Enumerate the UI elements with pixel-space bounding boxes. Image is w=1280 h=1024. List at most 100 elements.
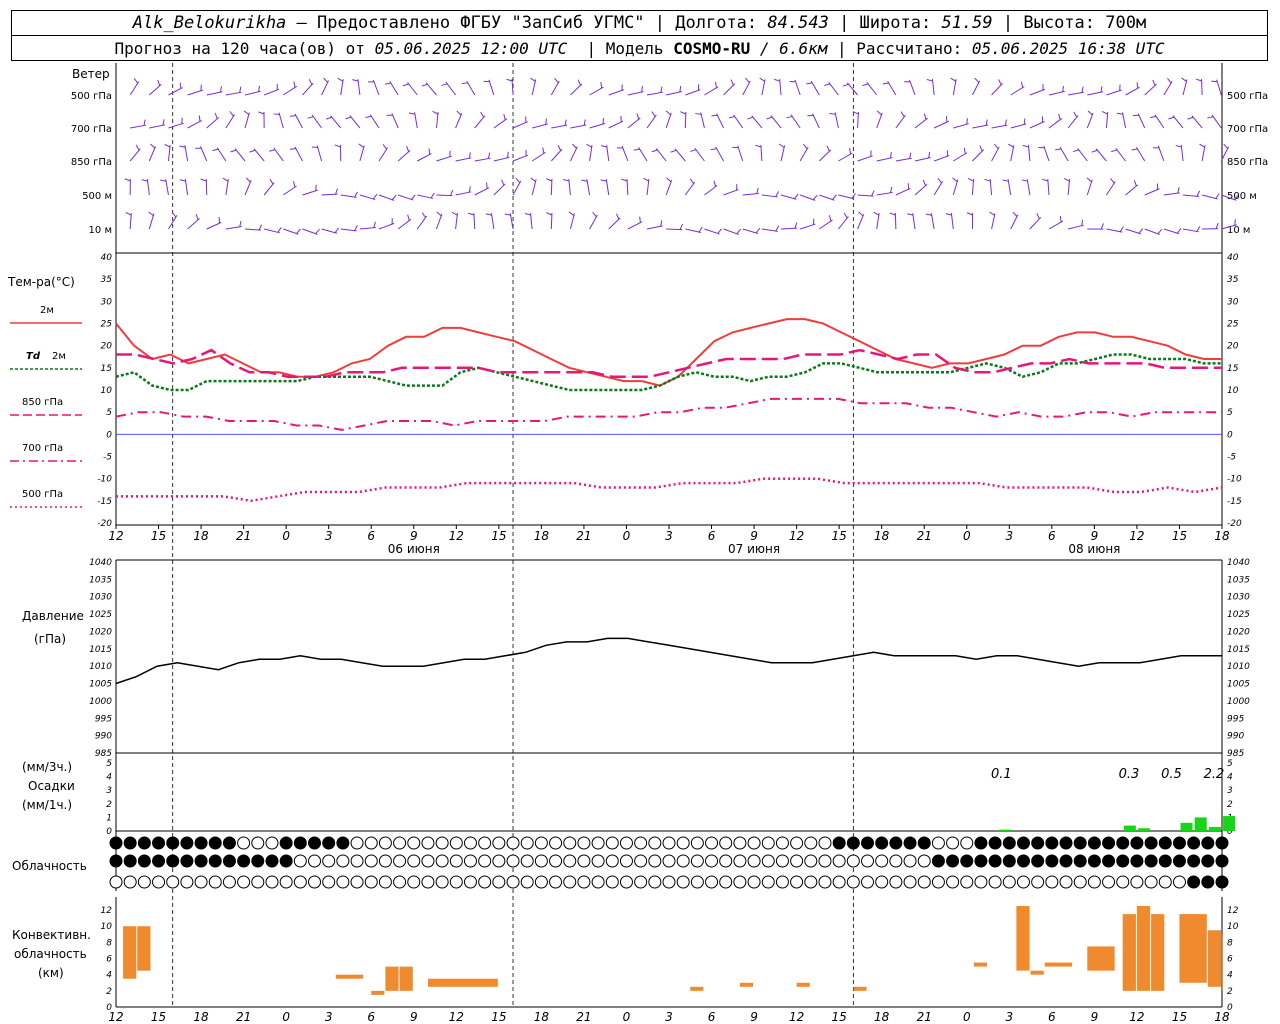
wind-barb-feather — [325, 116, 332, 120]
wind-barb-feather — [406, 145, 410, 152]
wind-barb — [1137, 113, 1146, 129]
wind-barb — [1144, 83, 1157, 96]
wind-barb-feather — [530, 177, 536, 182]
wind-barb-feather — [249, 149, 256, 153]
cloud-cover-icon — [889, 836, 903, 850]
wind-barb — [474, 115, 486, 129]
cloud-cover-icon — [705, 854, 719, 868]
cloud-cover-icon — [350, 836, 364, 850]
wind-barb-feather — [909, 152, 912, 159]
wind-barb-feather — [480, 111, 485, 118]
precip-tick-left: 4 — [106, 773, 112, 783]
wind-barb-feather — [873, 211, 880, 216]
wind-barb — [1029, 121, 1045, 129]
time-tick-bottom: 6 — [1048, 1010, 1056, 1024]
wind-barb — [760, 144, 763, 162]
time-tick-bottom: 18 — [874, 1010, 890, 1024]
wind-barb-feather — [436, 211, 442, 217]
pressure-tick-right: 1020 — [1227, 627, 1250, 637]
cloud-cover-icon — [690, 854, 704, 868]
cloud-cover-icon — [790, 836, 804, 850]
precip-3h-total: 0.5 — [1161, 767, 1182, 782]
cloud-cover-icon — [222, 875, 236, 889]
wind-barb — [263, 182, 275, 196]
wind-barb-feather — [890, 186, 893, 193]
time-tick-mid: 15 — [832, 529, 847, 543]
wind-barb — [359, 145, 365, 162]
wind-barb-feather — [714, 81, 717, 88]
wind-barb-feather — [1215, 193, 1220, 199]
wind-barb — [129, 81, 140, 96]
cloud-cover-icon — [605, 854, 619, 868]
wind-barb — [876, 157, 893, 162]
cloud-cover-icon — [719, 854, 733, 868]
wind-barb — [321, 80, 330, 96]
cloud-cover-icon — [634, 875, 648, 889]
wind-barb — [187, 89, 204, 96]
wind-barb-feather — [849, 148, 852, 155]
cloud-cover-icon — [463, 875, 477, 889]
pressure-tick-left: 1005 — [89, 680, 112, 690]
cloud-cover-icon — [506, 875, 520, 889]
cloud-cover-icon — [435, 836, 449, 850]
conv-tick-right: 12 — [1227, 906, 1239, 916]
precip-3h-total: 0.1 — [991, 767, 1012, 782]
wind-barb — [512, 180, 522, 196]
cloud-cover-icon — [1002, 875, 1016, 889]
conv-bar — [1222, 934, 1223, 991]
wind-barb — [550, 80, 560, 96]
cloud-cover-icon — [1016, 875, 1030, 889]
wind-barb-feather — [1157, 228, 1163, 235]
wind-barb — [1086, 112, 1094, 129]
pressure-tick-right: 1035 — [1227, 575, 1250, 585]
wind-barb — [608, 89, 625, 96]
cloud-cover-icon — [180, 875, 194, 889]
cloud-cover-icon — [435, 854, 449, 868]
time-tick-bottom: 3 — [665, 1010, 673, 1024]
temp-tick-left: 0 — [106, 430, 112, 440]
temp-tick-right: 15 — [1227, 364, 1239, 374]
wind-barb-feather — [984, 178, 991, 182]
wind-barb — [666, 91, 682, 96]
time-tick-mid: 9 — [750, 529, 758, 543]
conv-bar — [853, 986, 867, 991]
time-tick-bottom: 3 — [325, 1010, 333, 1024]
cloud-cover-icon — [846, 854, 860, 868]
wind-barb — [952, 179, 959, 196]
wind-barb — [779, 79, 782, 96]
wind-barb — [894, 212, 897, 230]
wind-barb — [372, 79, 380, 96]
cloud-cover-icon — [109, 836, 123, 850]
precip-tick-right: 4 — [1227, 773, 1233, 783]
wind-barb-feather — [488, 152, 491, 159]
wind-barb — [1154, 114, 1165, 129]
cloud-cover-icon — [308, 836, 322, 850]
wind-barb-feather — [524, 213, 531, 216]
cloud-cover-icon — [761, 854, 775, 868]
cloud-cover-icon — [804, 875, 818, 889]
wind-barb — [369, 114, 380, 129]
precip-bar — [1138, 828, 1151, 831]
cloud-cover-icon — [634, 836, 648, 850]
wind-barb-feather — [1110, 178, 1115, 184]
cloud-cover-icon — [1031, 854, 1045, 868]
wind-barb-feather — [1008, 143, 1014, 148]
wind-barb-feather — [679, 223, 684, 230]
conv-bar — [1016, 906, 1030, 971]
cloud-cover-icon — [903, 836, 917, 850]
cloud-cover-icon — [790, 854, 804, 868]
wind-barb-feather — [546, 212, 553, 216]
wind-barb — [359, 194, 376, 201]
wind-barb — [1136, 147, 1146, 162]
wind-barb — [761, 194, 778, 198]
wind-barb-feather — [1119, 226, 1124, 232]
wind-level-label-left: 500 гПа — [71, 91, 112, 102]
wind-barb-feather — [755, 144, 762, 148]
wind-barb — [349, 115, 361, 129]
wind-barb — [321, 228, 338, 234]
wind-barb — [1010, 123, 1027, 129]
cloud-cover-icon — [1016, 854, 1030, 868]
temp-tick-left: 35 — [101, 275, 113, 285]
wind-barb — [914, 117, 928, 129]
wind-barb — [283, 228, 299, 235]
